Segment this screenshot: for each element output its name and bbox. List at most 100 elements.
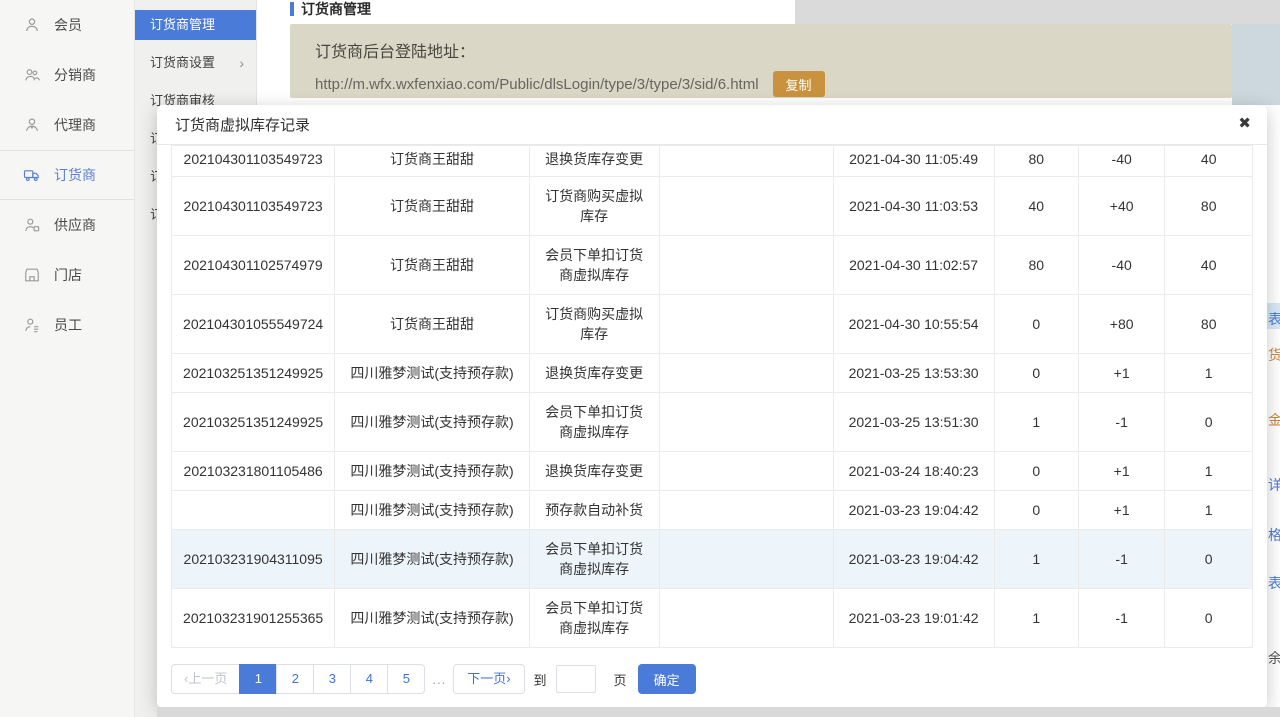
next-page-button[interactable]: 下一页› xyxy=(453,664,524,694)
col-change-type: 订货商购买虚拟库存 xyxy=(529,295,659,354)
col-orderer-name: 订货商王甜甜 xyxy=(335,146,530,177)
col-before-qty: 40 xyxy=(994,177,1078,236)
page-number-4[interactable]: 4 xyxy=(350,664,388,694)
page-number-1[interactable]: 1 xyxy=(239,664,277,694)
col-orderer-name: 四川雅梦测试(支持预存款) xyxy=(335,393,530,452)
col-before-qty: 1 xyxy=(994,393,1078,452)
col-time: 2021-03-24 18:40:23 xyxy=(833,452,994,491)
col-remark xyxy=(659,452,833,491)
agent-icon xyxy=(22,115,42,135)
supplier-icon xyxy=(22,215,42,235)
pagination: ‹上一页 12345 ... 下一页› 到 页 确定 xyxy=(171,664,1253,694)
col-order-sn: 202104301102574979 xyxy=(172,236,335,295)
col-change-type: 会员下单扣订货商虚拟库存 xyxy=(529,530,659,589)
table-row: 202104301103549723订货商王甜甜退换货库存变更2021-04-3… xyxy=(172,146,1253,177)
col-before-qty: 0 xyxy=(994,452,1078,491)
sidebar-item-4[interactable]: 订货商 xyxy=(0,150,134,200)
background-links-strip: 表货金详格表余 xyxy=(1267,105,1280,707)
col-change-type: 退换货库存变更 xyxy=(529,354,659,393)
col-time: 2021-04-30 10:55:54 xyxy=(833,295,994,354)
goto-label: 到 xyxy=(534,670,547,689)
col-after-qty: 1 xyxy=(1165,354,1253,393)
page-unit-label: 页 xyxy=(614,670,627,689)
col-order-sn: 202103231904311095 xyxy=(172,530,335,589)
sidebar-item-1[interactable]: 会员 xyxy=(0,0,134,50)
col-before-qty: 0 xyxy=(994,354,1078,393)
page-number-5[interactable]: 5 xyxy=(387,664,425,694)
distributor-icon xyxy=(22,65,42,85)
title-accent-bar xyxy=(290,2,294,16)
col-after-qty: 1 xyxy=(1165,452,1253,491)
col-change-type: 订货商购买虚拟库存 xyxy=(529,177,659,236)
prev-page-button[interactable]: ‹上一页 xyxy=(171,664,240,694)
col-order-sn: 202103251351249925 xyxy=(172,354,335,393)
virtual-stock-modal: 订货商虚拟库存记录 ✖ 202104301103549723订货商王甜甜退换货库… xyxy=(157,105,1267,707)
background-blue-area xyxy=(1232,24,1280,105)
modal-header: 订货商虚拟库存记录 ✖ xyxy=(157,105,1267,145)
sidebar-item-label: 供应商 xyxy=(54,215,96,235)
page-number-3[interactable]: 3 xyxy=(313,664,351,694)
col-change-type: 会员下单扣订货商虚拟库存 xyxy=(529,589,659,648)
sidebar-item-3[interactable]: 代理商 xyxy=(0,100,134,150)
copy-button[interactable]: 复制 xyxy=(773,71,825,97)
login-url-text: http://m.wfx.wxfenxiao.com/Public/dlsLog… xyxy=(315,76,759,93)
confirm-button[interactable]: 确定 xyxy=(638,664,696,694)
col-change-qty: +80 xyxy=(1078,295,1164,354)
goto-page-input[interactable] xyxy=(556,665,596,693)
col-change-type: 退换货库存变更 xyxy=(529,452,659,491)
col-after-qty: 80 xyxy=(1165,177,1253,236)
table-row: 202103231904311095四川雅梦测试(支持预存款)会员下单扣订货商虚… xyxy=(172,530,1253,589)
sidebar-item-label: 分销商 xyxy=(54,65,96,85)
col-time: 2021-04-30 11:03:53 xyxy=(833,177,994,236)
sidebar-item-6[interactable]: 门店 xyxy=(0,250,134,300)
col-time: 2021-03-25 13:51:30 xyxy=(833,393,994,452)
col-remark xyxy=(659,177,833,236)
table-row: 202104301102574979订货商王甜甜会员下单扣订货商虚拟库存2021… xyxy=(172,236,1253,295)
col-remark xyxy=(659,530,833,589)
col-change-qty: -40 xyxy=(1078,236,1164,295)
modal-body: 202104301103549723订货商王甜甜退换货库存变更2021-04-3… xyxy=(157,145,1267,694)
col-change-qty: -1 xyxy=(1078,530,1164,589)
sidebar-item-5[interactable]: 供应商 xyxy=(0,200,134,250)
col-order-sn xyxy=(172,491,335,530)
background-link-fragment: 货 xyxy=(1268,345,1280,365)
col-orderer-name: 订货商王甜甜 xyxy=(335,177,530,236)
table-row: 202104301055549724订货商王甜甜订货商购买虚拟库存 2021-04… xyxy=(172,295,1253,354)
page-number-2[interactable]: 2 xyxy=(276,664,314,694)
col-before-qty: 1 xyxy=(994,589,1078,648)
col-time: 2021-03-23 19:04:42 xyxy=(833,530,994,589)
col-change-qty: +40 xyxy=(1078,177,1164,236)
col-remark xyxy=(659,354,833,393)
col-orderer-name: 四川雅梦测试(支持预存款) xyxy=(335,354,530,393)
col-before-qty: 0 xyxy=(994,295,1078,354)
col-order-sn: 202103231901255365 xyxy=(172,589,335,648)
sidebar-item-label: 订货商 xyxy=(54,165,96,185)
col-after-qty: 0 xyxy=(1165,393,1253,452)
close-icon[interactable]: ✖ xyxy=(1238,114,1251,134)
col-after-qty: 80 xyxy=(1165,295,1253,354)
sidebar: 会员分销商代理商订货商供应商门店员工 xyxy=(0,0,135,717)
sidebar-item-7[interactable]: 员工 xyxy=(0,300,134,350)
login-address-panel: 订货商后台登陆地址： http://m.wfx.wxfenxiao.com/Pu… xyxy=(290,24,1232,98)
submenu-item-1[interactable]: 订货商管理 xyxy=(135,10,256,40)
submenu-item-label: 订货商设置 xyxy=(150,55,215,70)
col-remark xyxy=(659,295,833,354)
col-after-qty: 0 xyxy=(1165,530,1253,589)
page-title-text: 订货商管理 xyxy=(301,0,371,19)
col-before-qty: 1 xyxy=(994,530,1078,589)
col-remark xyxy=(659,393,833,452)
col-change-qty: +1 xyxy=(1078,354,1164,393)
login-address-label: 订货商后台登陆地址： xyxy=(315,38,1232,62)
col-orderer-name: 订货商王甜甜 xyxy=(335,295,530,354)
col-order-sn: 202104301103549723 xyxy=(172,146,335,177)
submenu-item-2[interactable]: 订货商设置 › xyxy=(135,48,256,78)
col-remark xyxy=(659,491,833,530)
col-order-sn: 202104301055549724 xyxy=(172,295,335,354)
sidebar-item-2[interactable]: 分销商 xyxy=(0,50,134,100)
chevron-right-icon: › xyxy=(239,48,244,78)
col-order-sn: 202104301103549723 xyxy=(172,177,335,236)
background-link-fragment: 格 xyxy=(1268,525,1280,545)
background-link-fragment: 金 xyxy=(1268,410,1280,430)
col-time: 2021-04-30 11:05:49 xyxy=(833,146,994,177)
col-remark xyxy=(659,236,833,295)
